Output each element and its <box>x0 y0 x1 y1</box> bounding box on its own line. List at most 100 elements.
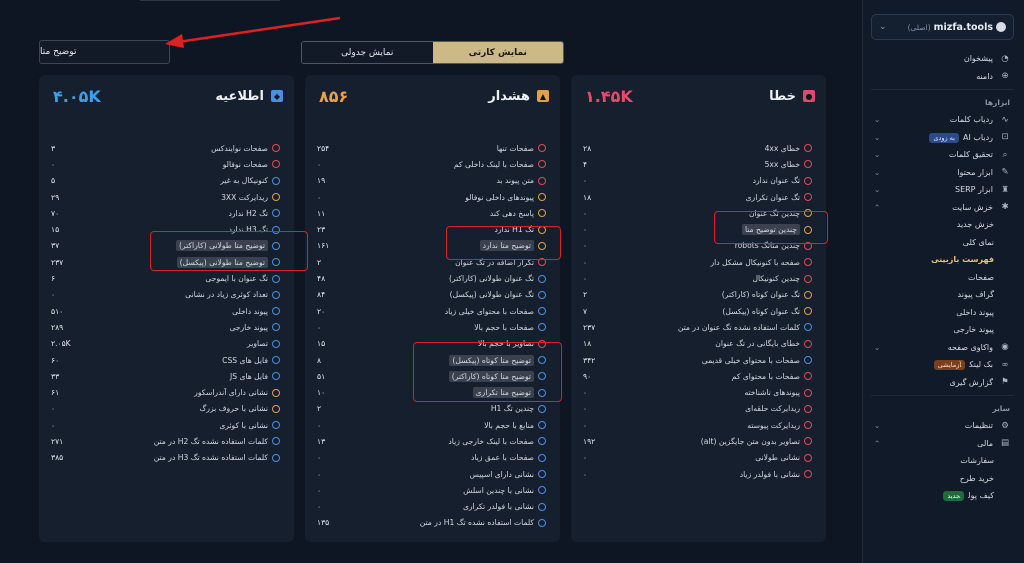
info-issue-row[interactable]: تصاویر ۲.۰۵K <box>39 336 294 352</box>
warning-issue-row[interactable]: نشانی با چندین اسلش ۰ <box>305 482 560 498</box>
warning-issue-row[interactable]: توضیح متا تکراری ۱۰ <box>305 384 560 400</box>
card-view-tab[interactable]: نمایش کارتی <box>432 42 563 63</box>
info-issue-row[interactable]: پیوند خارجی ۲۸۹ <box>39 319 294 335</box>
info-issue-row[interactable]: تگ عنوان با ایموجی ۶ <box>39 270 294 286</box>
warning-issue-row[interactable]: منابع با حجم بالا ۰ <box>305 417 560 433</box>
error-issue-row[interactable]: صفحات با محتوای خیلی قدیمی ۳۴۲ <box>571 352 826 368</box>
info-issue-row[interactable]: نشانی با حروف بزرگ ۰ <box>39 401 294 417</box>
sidebar-item[interactable]: فهرست بازبینی <box>871 251 1014 269</box>
error-issue-row[interactable]: صفحه با کنونیکال مشکل دار ۰ <box>571 254 826 270</box>
error-issue-row[interactable]: نشانی طولانی ۰ <box>571 450 826 466</box>
error-issue-row[interactable]: چندین کنونیکال ۰ <box>571 270 826 286</box>
info-issue-row[interactable]: فایل های JS ۳۳ <box>39 368 294 384</box>
warning-issue-row[interactable]: صفحات تنها ۲۵۴ <box>305 140 560 156</box>
info-issue-row[interactable]: کلمات استفاده نشده تگ H3 در متن ۳۸۵ <box>39 450 294 466</box>
table-view-tab[interactable]: نمایش جدولی <box>302 42 433 63</box>
warning-issue-row[interactable]: صفحات با لینک داخلی کم ۰ <box>305 156 560 172</box>
warning-issue-row[interactable]: متن پیوند بد ۱۹ <box>305 173 560 189</box>
info-issue-row[interactable]: تگ H2 ندارد ۷۰ <box>39 205 294 221</box>
sidebar-item[interactable]: ✱ خزش سایت ⌃ <box>871 199 1014 217</box>
warning-issue-row[interactable]: تگ عنوان طولانی (کاراکتر) ۴۸ <box>305 270 560 286</box>
meta-description-button[interactable]: توضیح متا <box>39 40 170 64</box>
error-issue-row[interactable]: تگ عنوان ندارد ۰ <box>571 173 826 189</box>
warning-issue-row[interactable]: پیوندهای داخلی نوفالو ۰ <box>305 189 560 205</box>
info-issue-row[interactable]: توضیح متا طولانی (پیکسل) ۲۳۷ <box>39 254 294 270</box>
warning-issue-row[interactable]: تگ عنوان طولانی (پیکسل) ۸۴ <box>305 287 560 303</box>
info-issue-row[interactable]: ریدایرکت 3XX ۲۹ <box>39 189 294 205</box>
sidebar-item[interactable]: گراف پیوند <box>871 286 1014 304</box>
sidebar-item[interactable]: ⚑ گزارش گیری <box>871 374 1014 392</box>
warning-issue-row[interactable]: چندین تگ H1 ۲ <box>305 401 560 417</box>
sidebar-item[interactable]: صفحات <box>871 269 1014 287</box>
info-issue-row[interactable]: تعداد کوئری زیاد در نشانی ۰ <box>39 287 294 303</box>
warning-issue-row[interactable]: تگ H1 ندارد ۲۳ <box>305 221 560 237</box>
sidebar-item[interactable]: ◔ پیشخوان <box>871 50 1014 68</box>
warning-issue-row[interactable]: صفحات با محتوای خیلی زیاد ۲۰ <box>305 303 560 319</box>
error-issue-row[interactable]: خطای 4xx ۲۸ <box>571 140 826 156</box>
error-issue-row[interactable]: تصاویر بدون متن جایگزین (alt) ۱۹۲ <box>571 433 826 449</box>
warning-issue-row[interactable]: صفحات با عمق زیاد ۰ <box>305 450 560 466</box>
error-issue-row[interactable]: چندین متاتگ robots ۰ <box>571 238 826 254</box>
site-selector[interactable]: mizfa.tools (اصلی) ⌄ <box>871 14 1014 40</box>
info-issue-row[interactable]: صفحات نوایندکس ۳ <box>39 140 294 156</box>
sidebar-item[interactable]: خزش جدید <box>871 216 1014 234</box>
sidebar-item[interactable]: نمای کلی <box>871 234 1014 252</box>
sidebar-item[interactable]: ⊡ ردیاب AIبه زودی ⌄ <box>871 129 1014 147</box>
info-issue-row[interactable]: نشانی با کوئری ۰ <box>39 417 294 433</box>
error-issue-row[interactable]: چندین توضیح متا ۰ <box>571 221 826 237</box>
warning-issue-row[interactable]: نشانی با فولدر تکراری ۰ <box>305 499 560 515</box>
info-issue-row[interactable]: کلمات استفاده نشده تگ H2 در متن ۲۷۱ <box>39 433 294 449</box>
info-issue-row[interactable]: توضیح متا طولانی (کاراکتر) ۳۷ <box>39 238 294 254</box>
sidebar-item[interactable]: ♜ ابزار SERP ⌄ <box>871 181 1014 199</box>
sidebar-item[interactable]: کیف پولجدید <box>871 487 1014 505</box>
error-issue-row[interactable]: خطای 5xx ۴ <box>571 156 826 172</box>
info-issue-row[interactable]: تگ H3 ندارد ۱۵ <box>39 221 294 237</box>
warning-issue-row[interactable]: توضیح متا کوتاه (پیکسل) ۸ <box>305 352 560 368</box>
error-issue-row[interactable]: چندین تگ عنوان ۰ <box>571 205 826 221</box>
warning-issue-row[interactable]: صفحات با حجم بالا ۰ <box>305 319 560 335</box>
error-issue-row[interactable]: ریدایرکت حلقه‌ای ۰ <box>571 401 826 417</box>
warning-issue-row[interactable]: تکرار اضافه در تگ عنوان ۲ <box>305 254 560 270</box>
sidebar-item-label: کیف پولجدید <box>874 491 994 502</box>
issue-count: ۶۰ <box>51 355 60 365</box>
error-issue-row[interactable]: ریدایرکت پیوسته ۰ <box>571 417 826 433</box>
issue-count: ۰ <box>583 176 588 186</box>
warning-issue-row[interactable]: توضیح متا ندارد ۱۶۱ <box>305 238 560 254</box>
error-issue-row[interactable]: صفحات با محتوای کم ۹۰ <box>571 368 826 384</box>
error-issue-row[interactable]: کلمات استفاده نشده تگ عنوان در متن ۲۳۷ <box>571 319 826 335</box>
error-issue-row[interactable]: تگ عنوان تکراری ۱۸ <box>571 189 826 205</box>
sidebar-item[interactable]: خرید طرح <box>871 470 1014 488</box>
sidebar-item[interactable]: ✎ ابزار محتوا ⌄ <box>871 164 1014 182</box>
sidebar-item[interactable]: ∞ بک لینکآزمایشی <box>871 356 1014 374</box>
bug-icon: ✱ <box>1001 202 1009 213</box>
warning-issue-row[interactable]: تصاویر با حجم بالا ۱۵ <box>305 336 560 352</box>
info-issue-row[interactable]: نشانی دارای آندراسکور ۶۱ <box>39 384 294 400</box>
sidebar-item[interactable]: سفارشات <box>871 452 1014 470</box>
issue-count: ۰ <box>583 241 588 251</box>
warning-issue-row[interactable]: توضیح متا کوتاه (کاراکتر) ۵۱ <box>305 368 560 384</box>
sidebar-item[interactable]: ▤ مالی ⌃ <box>871 435 1014 453</box>
error-issue-row[interactable]: خطای بایگانی در تگ عنوان ۱۸ <box>571 336 826 352</box>
info-issue-row[interactable]: فایل های CSS ۶۰ <box>39 352 294 368</box>
sidebar-item[interactable]: پیوند داخلی <box>871 304 1014 322</box>
error-issue-row[interactable]: تگ عنوان کوتاه (پیکسل) ۷ <box>571 303 826 319</box>
error-issue-row[interactable]: نشانی با فولدر زیاد ۰ <box>571 466 826 482</box>
sidebar-item[interactable]: ◉ واکاوی صفحه ⌄ <box>871 339 1014 357</box>
sidebar-item[interactable]: ⊕ دامنه <box>871 68 1014 86</box>
issue-label: فایل های CSS <box>222 355 268 365</box>
sidebar-item[interactable]: پیوند خارجی <box>871 321 1014 339</box>
info-issue-row[interactable]: پیوند داخلی ۵۱۰ <box>39 303 294 319</box>
warning-issue-row[interactable]: نشانی دارای اسپیس ۰ <box>305 466 560 482</box>
status-circle-icon <box>538 209 546 218</box>
info-issue-row[interactable]: کنونیکال به غیر ۵ <box>39 173 294 189</box>
warning-issue-row[interactable]: صفحات با لینک خارجی زیاد ۱۳ <box>305 433 560 449</box>
sidebar-item[interactable]: ∿ ردیاب کلمات ⌄ <box>871 111 1014 129</box>
sidebar-item[interactable]: ⚙ تنظیمات ⌄ <box>871 417 1014 435</box>
sidebar-item[interactable]: ⌕ تحقیق کلمات ⌄ <box>871 146 1014 164</box>
status-circle-icon <box>272 160 280 169</box>
error-issue-row[interactable]: پیوندهای ناشناخته ۰ <box>571 384 826 400</box>
info-issue-row[interactable]: صفحات نوفالو ۰ <box>39 156 294 172</box>
warning-issue-row[interactable]: کلمات استفاده نشده تگ H1 در متن ۱۳۵ <box>305 515 560 531</box>
warning-issue-row[interactable]: پاسخ دهی کند ۱۱ <box>305 205 560 221</box>
error-issue-row[interactable]: تگ عنوان کوتاه (کاراکتر) ۲ <box>571 287 826 303</box>
